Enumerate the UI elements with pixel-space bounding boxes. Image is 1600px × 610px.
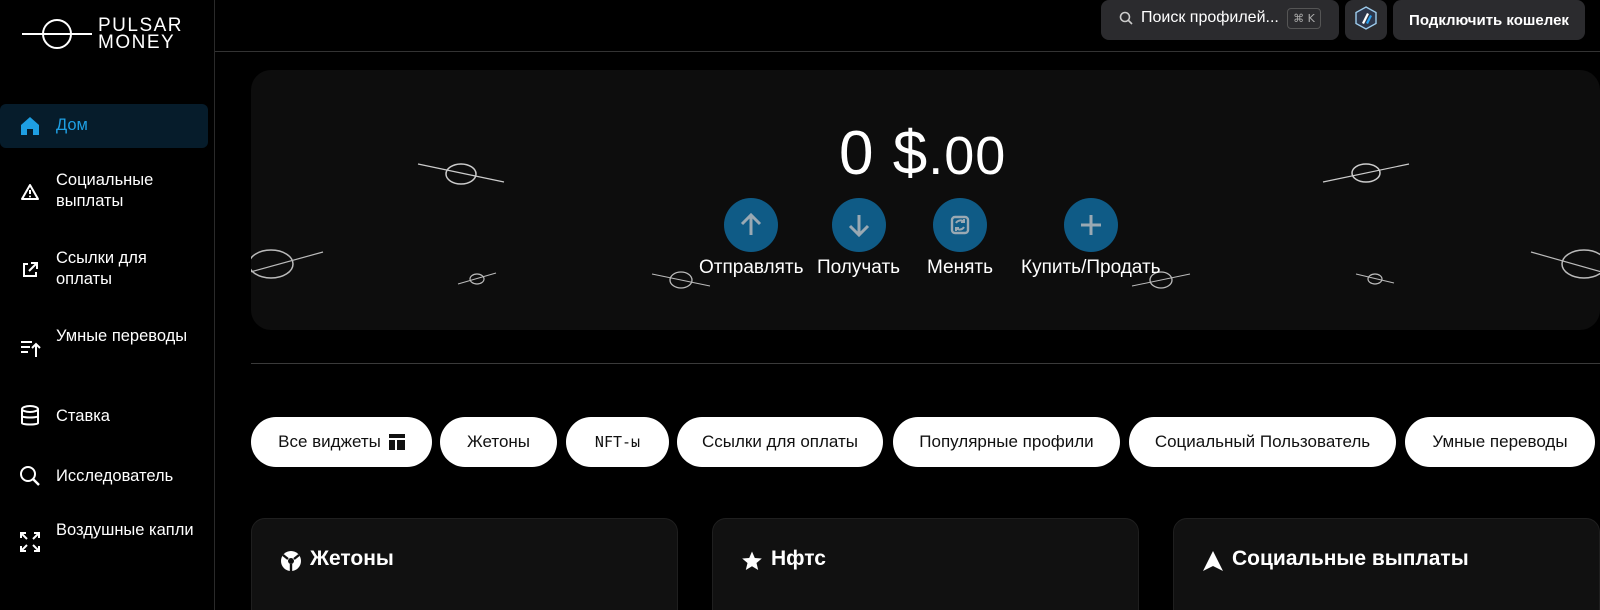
social-payouts-card: Социальные выплаты — [1173, 518, 1600, 610]
card-title: Жетоны — [310, 547, 394, 570]
pulsar-decoration-icon — [251, 249, 324, 279]
keyboard-shortcut-badge: ⌘ K — [1287, 8, 1321, 29]
sidebar-item-stake[interactable]: Ставка — [0, 396, 208, 436]
sidebar-item-smart-transfers[interactable]: Умные переводы — [0, 322, 208, 374]
sidebar-item-label: Социальные выплаты — [56, 171, 154, 210]
filter-nfts[interactable]: NFT-ы — [566, 417, 669, 467]
external-link-icon — [18, 258, 42, 282]
search-placeholder: Поиск профилей... — [1141, 9, 1279, 26]
arrow-up-icon — [724, 198, 779, 252]
arbitrum-icon — [1354, 5, 1378, 35]
balance-cents: .00 — [928, 126, 1007, 186]
star-icon — [740, 549, 764, 573]
tokens-card: Жетоны — [251, 518, 678, 610]
filter-label: Все виджеты — [278, 432, 381, 451]
sidebar-item-label: Ставка — [56, 407, 110, 425]
filter-popular-profiles[interactable]: Популярные профили — [893, 417, 1120, 467]
search-icon — [18, 464, 42, 488]
swap-icon — [933, 198, 987, 252]
connect-wallet-button[interactable]: Подключить кошелек — [1393, 0, 1585, 40]
pulsar-decoration-icon — [1530, 249, 1600, 279]
sidebar-item-label: Дом — [56, 116, 88, 134]
warning-triangle-icon — [18, 180, 42, 204]
total-balance: 0 $.00 — [839, 118, 1006, 189]
logo-line-2: MONEY — [98, 32, 176, 53]
buy-sell-label: Купить/Продать — [1021, 257, 1161, 278]
pulsar-decoration-icon — [1322, 163, 1410, 183]
pulsar-decoration-icon — [1355, 273, 1395, 285]
receive-label: Получать — [817, 257, 901, 278]
profile-search-input[interactable]: Поиск профилей... ⌘ K — [1101, 0, 1339, 40]
filter-all-widgets[interactable]: Все виджеты — [251, 417, 432, 467]
sidebar-item-explorer[interactable]: Исследователь — [0, 456, 208, 496]
token-icon — [279, 549, 303, 573]
filter-smart-transfers[interactable]: Умные переводы — [1405, 417, 1595, 467]
expand-arrows-icon — [18, 530, 42, 554]
sidebar-item-payment-links[interactable]: Ссылки для оплаты — [0, 244, 208, 296]
card-title: Социальные выплаты — [1232, 547, 1469, 570]
sidebar-item-label: Умные переводы — [56, 327, 188, 345]
receive-button[interactable]: Получать — [817, 198, 900, 279]
send-button[interactable]: Отправлять — [699, 198, 804, 279]
transfer-list-icon — [18, 336, 42, 360]
pulsar-logo-icon — [22, 19, 92, 49]
widgets-layout-icon — [388, 434, 405, 450]
filter-tokens[interactable]: Жетоны — [440, 417, 557, 467]
navigation-triangle-icon — [1201, 549, 1225, 573]
pulsar-money-logo[interactable]: PULSAR MONEY — [20, 14, 200, 54]
section-divider — [251, 363, 1600, 364]
nfts-card: Нфтс — [712, 518, 1139, 610]
sidebar-item-label: Исследователь — [56, 467, 174, 485]
sidebar-item-label: Воздушные капли — [56, 521, 194, 539]
balance-panel: 0 $.00 Отправлять Получать Менять Купить… — [251, 70, 1600, 330]
filter-payment-links[interactable]: Ссылки для оплаты — [677, 417, 883, 467]
search-icon — [1119, 11, 1133, 30]
buy-sell-button[interactable]: Купить/Продать — [1021, 198, 1161, 279]
balance-main: 0 $ — [839, 119, 929, 188]
sidebar: PULSAR MONEY Дом Социальные выплаты Ссыл… — [0, 0, 215, 610]
sidebar-item-label: Ссылки для оплаты — [56, 249, 147, 288]
database-icon — [18, 404, 42, 428]
swap-button[interactable]: Менять — [927, 198, 993, 279]
filter-social-user[interactable]: Социальный Пользователь — [1129, 417, 1396, 467]
plus-icon — [1063, 198, 1118, 252]
pulsar-decoration-icon — [417, 163, 505, 185]
sidebar-item-airdrops[interactable]: Воздушные капли — [0, 516, 208, 568]
sidebar-item-home[interactable]: Дом — [0, 104, 208, 148]
arrow-down-icon — [831, 198, 886, 252]
network-selector-button[interactable] — [1345, 0, 1387, 40]
home-icon — [18, 114, 42, 138]
logo-text: PULSAR MONEY — [98, 16, 183, 53]
card-title: Нфтс — [771, 547, 826, 570]
swap-label: Менять — [927, 257, 993, 278]
pulsar-decoration-icon — [457, 272, 497, 285]
sidebar-item-social-payouts[interactable]: Социальные выплаты — [0, 166, 208, 218]
send-label: Отправлять — [699, 257, 804, 278]
